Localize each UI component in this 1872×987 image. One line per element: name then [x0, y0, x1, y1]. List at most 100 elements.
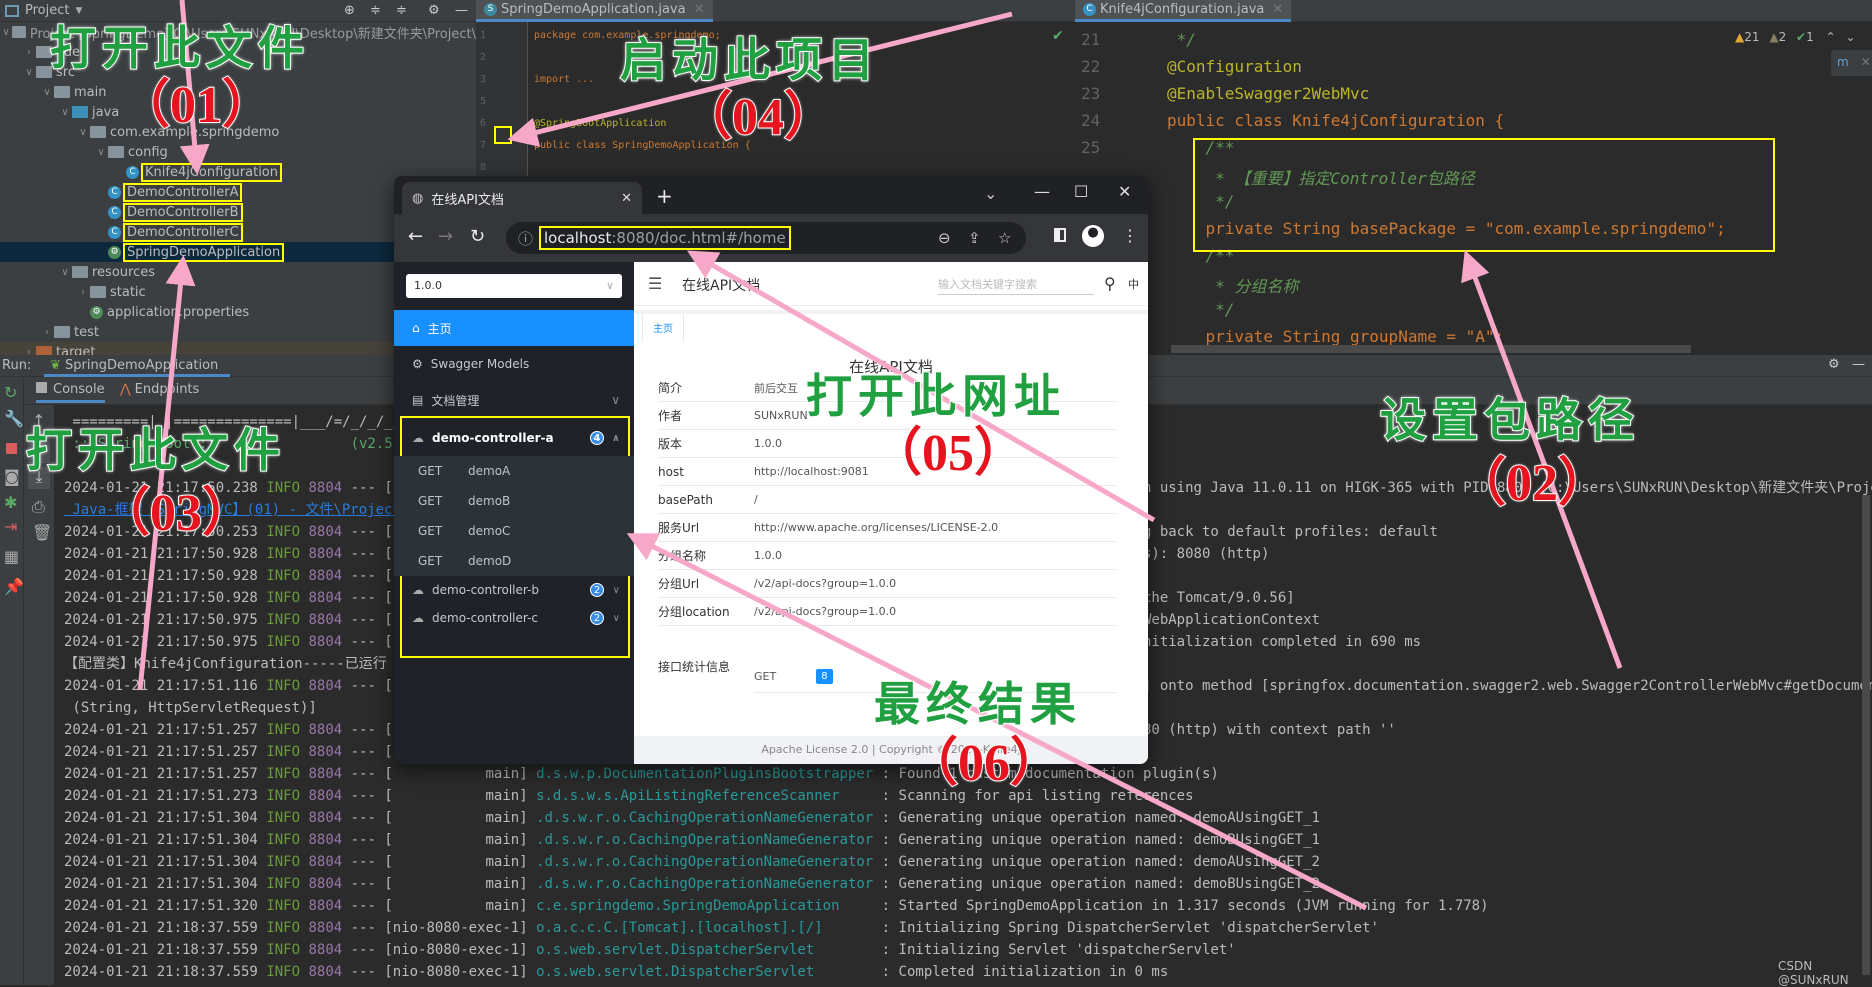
collapse-all-icon[interactable]: ≑	[396, 3, 407, 18]
rerun-icon[interactable]: ↻	[4, 383, 17, 402]
console-scrollbar[interactable]	[1862, 495, 1870, 975]
minimize-icon[interactable]: —	[455, 3, 468, 18]
code-line[interactable]: private String groupName = "A";	[1167, 327, 1505, 346]
language-toggle[interactable]: 中	[1128, 276, 1139, 292]
endpoint-item[interactable]: GET demoA	[394, 456, 634, 486]
doc-search-input[interactable]: 输入文档关键字搜索	[938, 276, 1094, 295]
chevron-down-icon[interactable]: ∨	[22, 67, 36, 78]
log-lvl: INFO	[266, 480, 301, 496]
window-maximize-icon[interactable]: ☐	[1074, 182, 1088, 201]
chevron-down-icon[interactable]: ∨	[94, 147, 108, 158]
code-line[interactable]: @Configuration	[1167, 57, 1302, 76]
camera-icon[interactable]: ◙	[4, 467, 20, 486]
back-icon[interactable]: ←	[408, 226, 423, 247]
chevron-down-icon[interactable]: ∨	[58, 267, 72, 278]
prev-highlight-icon[interactable]: ⌃	[1826, 30, 1836, 44]
log-msg: : Completed initialization in 0 ms	[881, 964, 1169, 980]
spring-boot-icon: ❦	[50, 358, 61, 373]
code-line[interactable]: */	[1167, 30, 1196, 49]
code-line[interactable]: */	[1167, 300, 1234, 319]
tab-console[interactable]: Console	[36, 382, 105, 403]
browser-menu-icon[interactable]: ⋮	[1122, 226, 1138, 245]
zoom-icon[interactable]: ⊖	[938, 229, 951, 247]
endpoint-item[interactable]: GET demoB	[394, 486, 634, 516]
window-minimize-icon[interactable]: —	[1034, 182, 1050, 201]
trash-icon[interactable]: 🗑	[32, 523, 52, 542]
share-icon[interactable]: ⇪	[968, 229, 981, 247]
tree-item-label: DemoControllerB	[123, 202, 243, 222]
print-icon[interactable]: ⎙	[32, 497, 45, 517]
wrench-icon[interactable]: 🔧	[4, 409, 24, 428]
window-close-icon[interactable]: ✕	[1118, 182, 1131, 201]
forward-icon[interactable]: →	[438, 226, 453, 247]
class-icon: C	[108, 185, 121, 199]
tree-item[interactable]: ∨ config	[0, 142, 476, 162]
expand-all-icon[interactable]: ≑	[370, 3, 381, 18]
new-tab-icon[interactable]: +	[656, 184, 673, 208]
code-line[interactable]: @SpringBootApplication	[534, 118, 666, 129]
gear-icon[interactable]: ⚙	[1828, 357, 1840, 372]
stop-icon[interactable]	[6, 443, 17, 454]
endpoint-item[interactable]: GET demoD	[394, 546, 634, 576]
menu-item-doc-management[interactable]: ▤ 文档管理 ∨	[394, 382, 634, 418]
log-line: 2024-01-21 21:17:51.304 INFO 8804 --- [ …	[64, 854, 1320, 870]
editor-knife4jconfiguration[interactable]: C Knife4jConfiguration.java ✕ ▲21 ▲2 ✔1 …	[1071, 0, 1872, 355]
log-lvl: INFO	[266, 590, 301, 606]
inspections-widget[interactable]: ▲21 ▲2 ✔1 ⌃ ⌄	[1735, 30, 1856, 44]
group-version-select[interactable]: 1.0.0 ∨	[406, 274, 622, 298]
tab-search-icon[interactable]: ⌄	[984, 184, 997, 203]
log-lvl: INFO	[266, 876, 301, 892]
run-config-tab[interactable]: ❦ SpringDemoApplication ✕	[44, 355, 230, 388]
tab-knife4jconfiguration[interactable]: C Knife4jConfiguration.java ✕	[1075, 0, 1292, 22]
bookmark-star-icon[interactable]: ☆	[998, 229, 1011, 247]
close-tab-icon[interactable]: ✕	[1272, 2, 1283, 17]
profile-avatar[interactable]: ●	[1082, 225, 1104, 247]
maven-reload-button[interactable]: m ✕	[1831, 50, 1872, 76]
minimize-icon[interactable]: —	[1852, 357, 1865, 372]
debug-icon[interactable]: ✱	[4, 493, 17, 512]
gear-icon[interactable]: ⚙	[428, 3, 440, 18]
code-line[interactable]: import ...	[534, 74, 594, 85]
collapse-menu-icon[interactable]: ☰	[648, 274, 662, 293]
chevron-down-icon[interactable]: ∨	[76, 127, 90, 138]
code-line[interactable]: @EnableSwagger2WebMvc	[1167, 84, 1369, 103]
browser-tab[interactable]: ◍ 在线API文档 ✕	[402, 182, 642, 214]
line-number: 22	[1081, 57, 1101, 76]
close-tab-icon[interactable]: ✕	[694, 2, 705, 17]
menu-item-home[interactable]: ⌂ 主页	[394, 310, 634, 346]
chevron-down-icon[interactable]: ∨	[40, 87, 54, 98]
next-highlight-icon[interactable]: ⌄	[1845, 30, 1855, 44]
code-line[interactable]: public class Knife4jConfiguration {	[1167, 111, 1504, 130]
pin-icon[interactable]: 📌	[4, 577, 24, 596]
console-icon	[36, 382, 47, 393]
menu-item-swagger-models[interactable]: ⚙ Swagger Models	[394, 346, 634, 382]
url-text[interactable]: localhost:8080/doc.html#/home	[539, 226, 791, 250]
chevron-down-icon[interactable]: ∨	[58, 107, 72, 118]
reload-icon[interactable]: ↻	[470, 226, 485, 247]
chevron-right-icon[interactable]: ›	[22, 47, 36, 58]
layout-icon[interactable]: ▦	[4, 547, 19, 566]
info-value: /	[754, 493, 758, 506]
tab-endpoints[interactable]: ⋀ Endpoints	[120, 382, 199, 397]
address-bar[interactable]: ⓘ localhost:8080/doc.html#/home ⊖ ⇪ ☆	[506, 222, 1026, 254]
line-number: 1	[480, 30, 487, 41]
controller-group-demo-controller-b[interactable]: ☁ demo-controller-b 2 ∨	[394, 576, 634, 604]
locate-icon[interactable]: ⊕	[344, 3, 355, 18]
side-panel-icon[interactable]	[1054, 228, 1066, 242]
chevron-right-icon[interactable]: ›	[76, 287, 90, 298]
chevron-right-icon[interactable]: ›	[40, 327, 54, 338]
watermark: CSDN @SUNxRUN	[1778, 959, 1849, 987]
controller-group-demo-controller-c[interactable]: ☁ demo-controller-c 2 ∨	[394, 604, 634, 632]
search-icon[interactable]: ⚲	[1104, 274, 1116, 293]
annotation-01-num: （01）	[117, 76, 275, 135]
exit-icon[interactable]: ⇥	[4, 517, 17, 536]
close-tab-icon[interactable]: ✕	[621, 191, 632, 206]
tab-home[interactable]: 主页	[642, 312, 684, 342]
controller-group-demo-controller-a[interactable]: ☁ demo-controller-a 4 ∧	[394, 420, 634, 456]
site-info-icon[interactable]: ⓘ	[518, 228, 533, 249]
get-count-badge: 8	[816, 668, 833, 684]
endpoint-item[interactable]: GET demoC	[394, 516, 634, 546]
tab-springdemoapplication[interactable]: S SpringDemoApplication.java ✕	[476, 0, 713, 22]
editor-scrollbar-h[interactable]	[1171, 345, 1691, 353]
code-line[interactable]: * 分组名称	[1167, 273, 1298, 297]
